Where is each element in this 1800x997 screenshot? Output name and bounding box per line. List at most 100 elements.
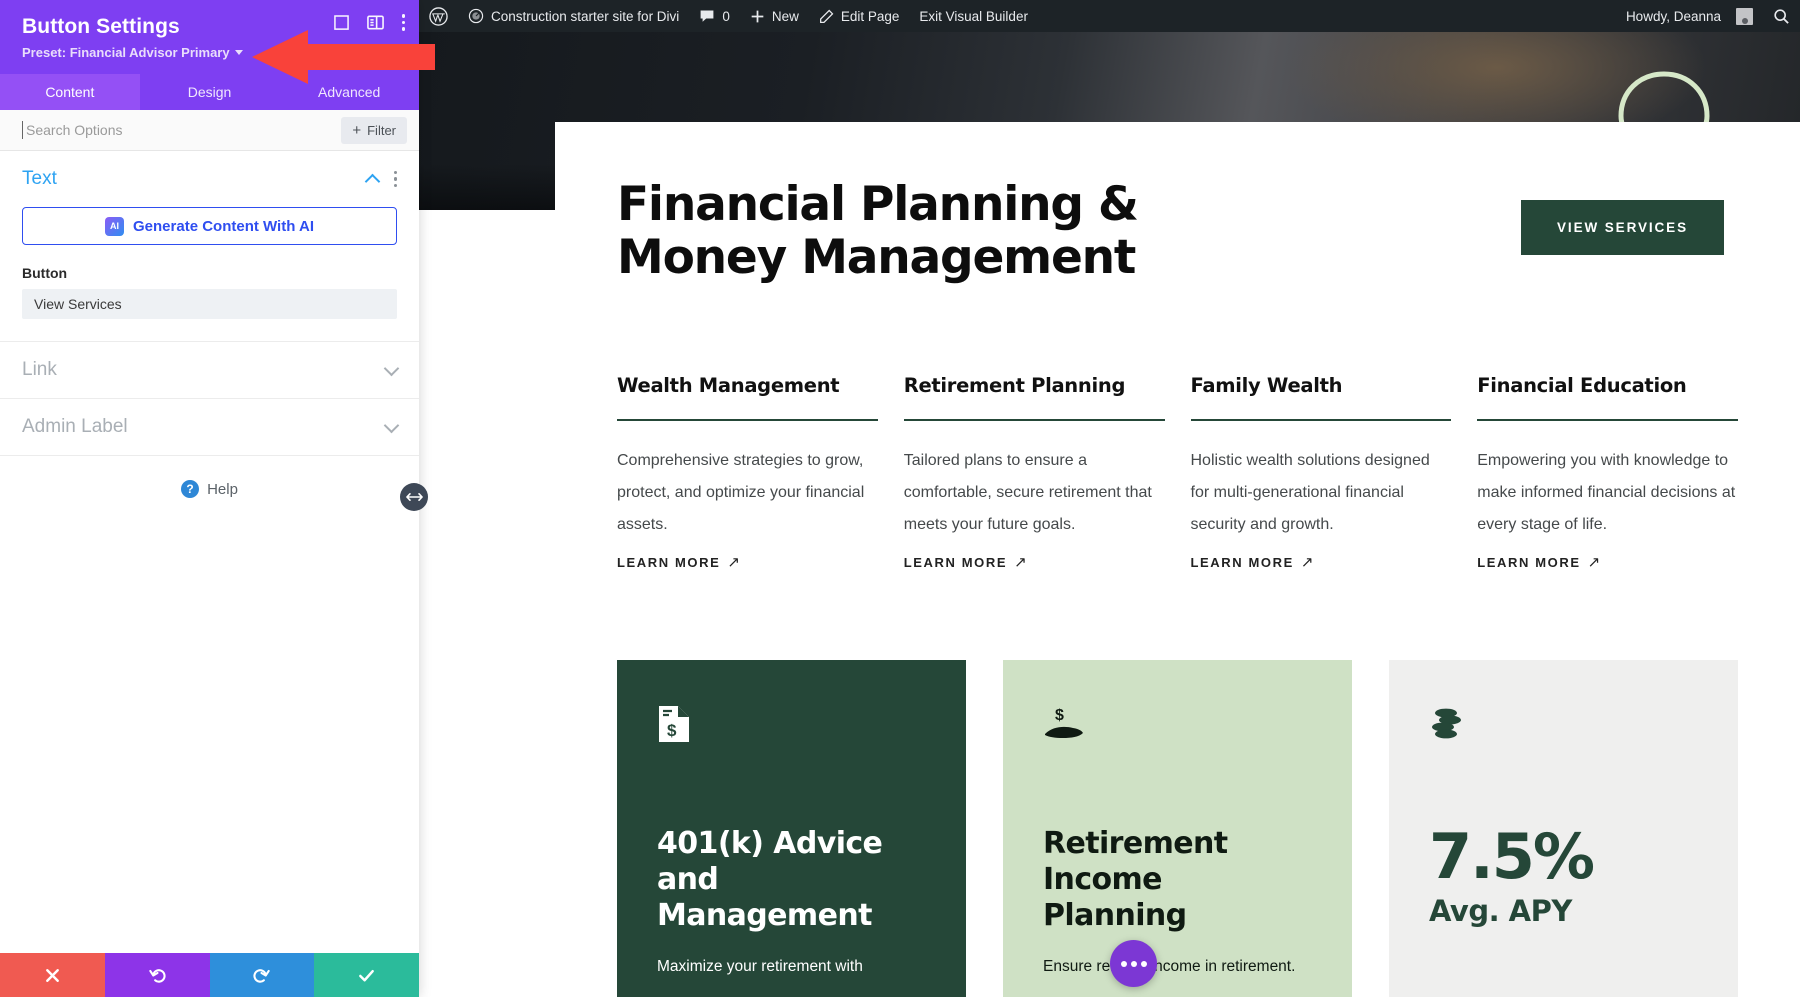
panel-footer [0,953,419,997]
view-services-button[interactable]: VIEW SERVICES [1521,200,1724,255]
learn-more-label: LEARN MORE [617,554,721,570]
arrow-northeast-icon: ↗ [1587,554,1602,572]
learn-more-link[interactable]: LEARN MORE ↗ [904,553,1029,571]
edit-page-label: Edit Page [840,8,900,24]
svg-text:$: $ [1055,707,1064,724]
layout-panel-icon[interactable] [366,14,384,31]
card-description: Ensure reliable income in retirement. [1043,957,1296,975]
service-description: Holistic wealth solutions designed for m… [1190,452,1430,534]
filter-button[interactable]: + Filter [341,116,407,144]
site-name-menu[interactable]: Construction starter site for Divi [458,0,689,32]
document-dollar-icon: $ [657,704,926,748]
card-stat-label: Avg. APY [1429,893,1572,928]
learn-more-link[interactable]: LEARN MORE ↗ [1477,553,1602,571]
preset-selector[interactable]: Preset: Financial Advisor Primary [22,45,401,60]
new-label: New [771,8,799,24]
panel-header: Button Settings Preset: Financial Adviso… [0,0,419,74]
section-title: Text [22,168,57,189]
learn-more-link[interactable]: LEARN MORE ↗ [617,553,742,571]
edit-page-button[interactable]: Edit Page [809,0,910,32]
tab-advanced[interactable]: Advanced [279,74,419,110]
button-text-input[interactable] [22,289,397,319]
floating-options-button[interactable] [1110,940,1157,987]
panel-tabs: Content Design Advanced [0,74,419,110]
redo-icon [253,968,271,983]
button-field-label: Button [22,265,68,281]
service-column: Financial Education Empowering you with … [1477,374,1738,572]
search-input[interactable] [22,121,332,139]
learn-more-label: LEARN MORE [1477,554,1581,570]
button-settings-panel: Button Settings Preset: Financial Adviso… [0,0,419,997]
search-icon [1774,8,1789,24]
undo-button[interactable] [104,953,210,997]
account-menu[interactable]: Howdy, Deanna [1616,0,1763,32]
comment-count: 0 [722,8,730,24]
chevron-up-icon[interactable] [364,173,380,189]
page-canvas: Financial Planning & Money Management VI… [419,32,1800,997]
dashboard-icon [468,8,484,24]
site-name-label: Construction starter site for Divi [491,8,680,24]
wordpress-icon [429,6,448,26]
card-stat-value: 7.5% [1429,819,1595,893]
panel-resize-handle[interactable] [400,483,428,511]
admin-bar-right: Howdy, Deanna [1616,0,1800,32]
section-text-header[interactable]: Text [22,151,397,207]
undo-icon [148,968,166,983]
help-link[interactable]: ? Help [0,480,419,498]
save-button[interactable] [314,953,419,997]
section-options-icon[interactable] [393,170,397,188]
new-content-menu[interactable]: New [740,0,809,32]
hand-dollar-icon: $ [1043,704,1312,748]
wordpress-logo-button[interactable] [419,0,458,32]
avatar [1736,7,1753,25]
divider [1190,419,1452,422]
feature-card: $ 401(k) Advice and Management Maximize … [617,659,966,997]
learn-more-link[interactable]: LEARN MORE ↗ [1191,553,1316,571]
chevron-down-icon[interactable] [383,417,400,433]
learn-more-label: LEARN MORE [1190,554,1294,570]
search-button[interactable] [1763,0,1800,32]
arrow-northeast-icon: ↗ [727,554,742,572]
tab-design[interactable]: Design [140,74,280,110]
service-column: Family Wealth Holistic wealth solutions … [1190,374,1452,572]
section-link-header[interactable]: Link [22,342,400,398]
card-description: Maximize your retirement with [657,957,863,975]
feature-cards: $ 401(k) Advice and Management Maximize … [617,659,1738,997]
expand-icon[interactable] [333,15,349,30]
service-title: Wealth Management [617,374,840,398]
generate-content-with-ai-button[interactable]: AI Generate Content With AI [22,207,397,245]
filter-label: Filter [367,122,396,138]
redo-button[interactable] [209,953,315,997]
section-title: Admin Label [22,416,128,437]
more-options-icon[interactable] [401,14,405,31]
service-title: Family Wealth [1190,374,1343,398]
panel-body: Text AI Generate Content With AI Button … [0,151,419,953]
plus-icon [751,10,764,22]
learn-more-label: LEARN MORE [903,554,1008,570]
comments-menu[interactable]: 0 [689,0,740,32]
section-admin-label-header[interactable]: Admin Label [22,399,400,455]
service-title: Retirement Planning [903,374,1126,398]
close-icon [45,968,59,982]
services-columns: Wealth Management Comprehensive strategi… [617,374,1738,572]
exit-visual-builder-button[interactable]: Exit Visual Builder [909,0,1038,32]
plus-icon: + [352,121,362,139]
chevron-down-icon [234,50,243,56]
service-description: Empowering you with knowledge to make in… [1477,452,1736,534]
divider [1477,419,1738,422]
page-title: Financial Planning & Money Management [617,177,1139,286]
comment-bubble-icon [700,10,714,22]
arrow-northeast-icon: ↗ [1300,554,1316,572]
wordpress-admin-bar: Construction starter site for Divi 0 New… [419,0,1800,32]
ai-icon: AI [105,216,124,236]
checkmark-icon [359,969,375,981]
chevron-down-icon[interactable] [383,360,400,376]
service-column: Wealth Management Comprehensive strategi… [617,374,878,572]
tab-content[interactable]: Content [0,74,140,110]
section-link: Link [0,342,419,399]
service-description: Tailored plans to ensure a comfortable, … [903,452,1152,534]
divider [903,419,1165,422]
cancel-button[interactable] [0,953,105,997]
help-label: Help [207,480,238,498]
service-description: Comprehensive strategies to grow, protec… [617,452,865,534]
